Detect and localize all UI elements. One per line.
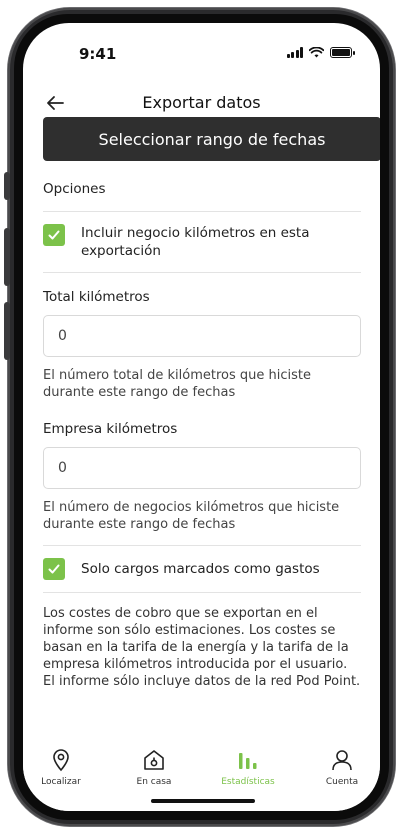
location-pin-icon xyxy=(53,749,69,772)
include-business-km-checkbox[interactable] xyxy=(43,224,65,246)
export-form: Seleccionar rango de fechas Opciones Inc… xyxy=(43,117,380,690)
expenses-only-row[interactable]: Solo cargos marcados como gastos xyxy=(43,546,361,592)
include-business-km-row[interactable]: Incluir negocio kilómetros en esta expor… xyxy=(43,212,361,272)
divider xyxy=(43,272,361,273)
cellular-signal-icon xyxy=(286,47,303,58)
battery-icon xyxy=(330,47,355,58)
tab-estadisticas[interactable]: Estadísticas xyxy=(213,745,283,787)
checkmark-icon xyxy=(48,564,60,574)
include-business-km-label: Incluir negocio kilómetros en esta expor… xyxy=(81,225,310,259)
phone-side-button xyxy=(4,172,10,200)
home-indicator xyxy=(151,799,255,803)
bottom-tab-bar: Localizar En casa Estadísticas Cuenta xyxy=(23,739,380,811)
status-icons xyxy=(286,47,355,58)
tab-cuenta[interactable]: Cuenta xyxy=(307,745,377,787)
total-km-helper: El número total de kilómetros que hicist… xyxy=(43,368,311,400)
expenses-only-label: Solo cargos marcados como gastos xyxy=(81,561,320,577)
business-km-input[interactable]: 0 xyxy=(43,447,361,489)
expenses-only-checkbox[interactable] xyxy=(43,558,65,580)
select-date-range-button[interactable]: Seleccionar rango de fechas xyxy=(43,117,380,161)
cost-disclaimer: Los costes de cobro que se exportan en e… xyxy=(43,606,361,689)
user-icon xyxy=(332,750,352,771)
bar-chart-icon xyxy=(239,753,257,769)
tab-label: Cuenta xyxy=(325,777,359,787)
divider xyxy=(43,592,361,593)
total-km-input[interactable]: 0 xyxy=(43,315,361,357)
options-heading: Opciones xyxy=(43,181,106,197)
business-km-helper: El número de negocios kilómetros que hic… xyxy=(43,500,340,532)
tab-localizar[interactable]: Localizar xyxy=(26,745,96,787)
wifi-icon xyxy=(309,47,324,58)
total-km-label: Total kilómetros xyxy=(43,289,150,305)
tab-label: Estadísticas xyxy=(221,777,275,787)
tab-label: En casa xyxy=(136,777,172,787)
status-bar: 9:41 xyxy=(23,23,380,77)
status-time: 9:41 xyxy=(79,45,117,63)
app-screen: 9:41 Exportar datos Seleccionar rango de… xyxy=(23,23,380,811)
phone-volume-down xyxy=(4,302,10,360)
tab-label: Localizar xyxy=(41,777,81,787)
home-charger-icon xyxy=(144,750,164,770)
checkmark-icon xyxy=(48,230,60,240)
page-title: Exportar datos xyxy=(142,93,261,112)
tab-en-casa[interactable]: En casa xyxy=(119,745,189,787)
phone-volume-up xyxy=(4,228,10,286)
business-km-label: Empresa kilómetros xyxy=(43,421,178,437)
